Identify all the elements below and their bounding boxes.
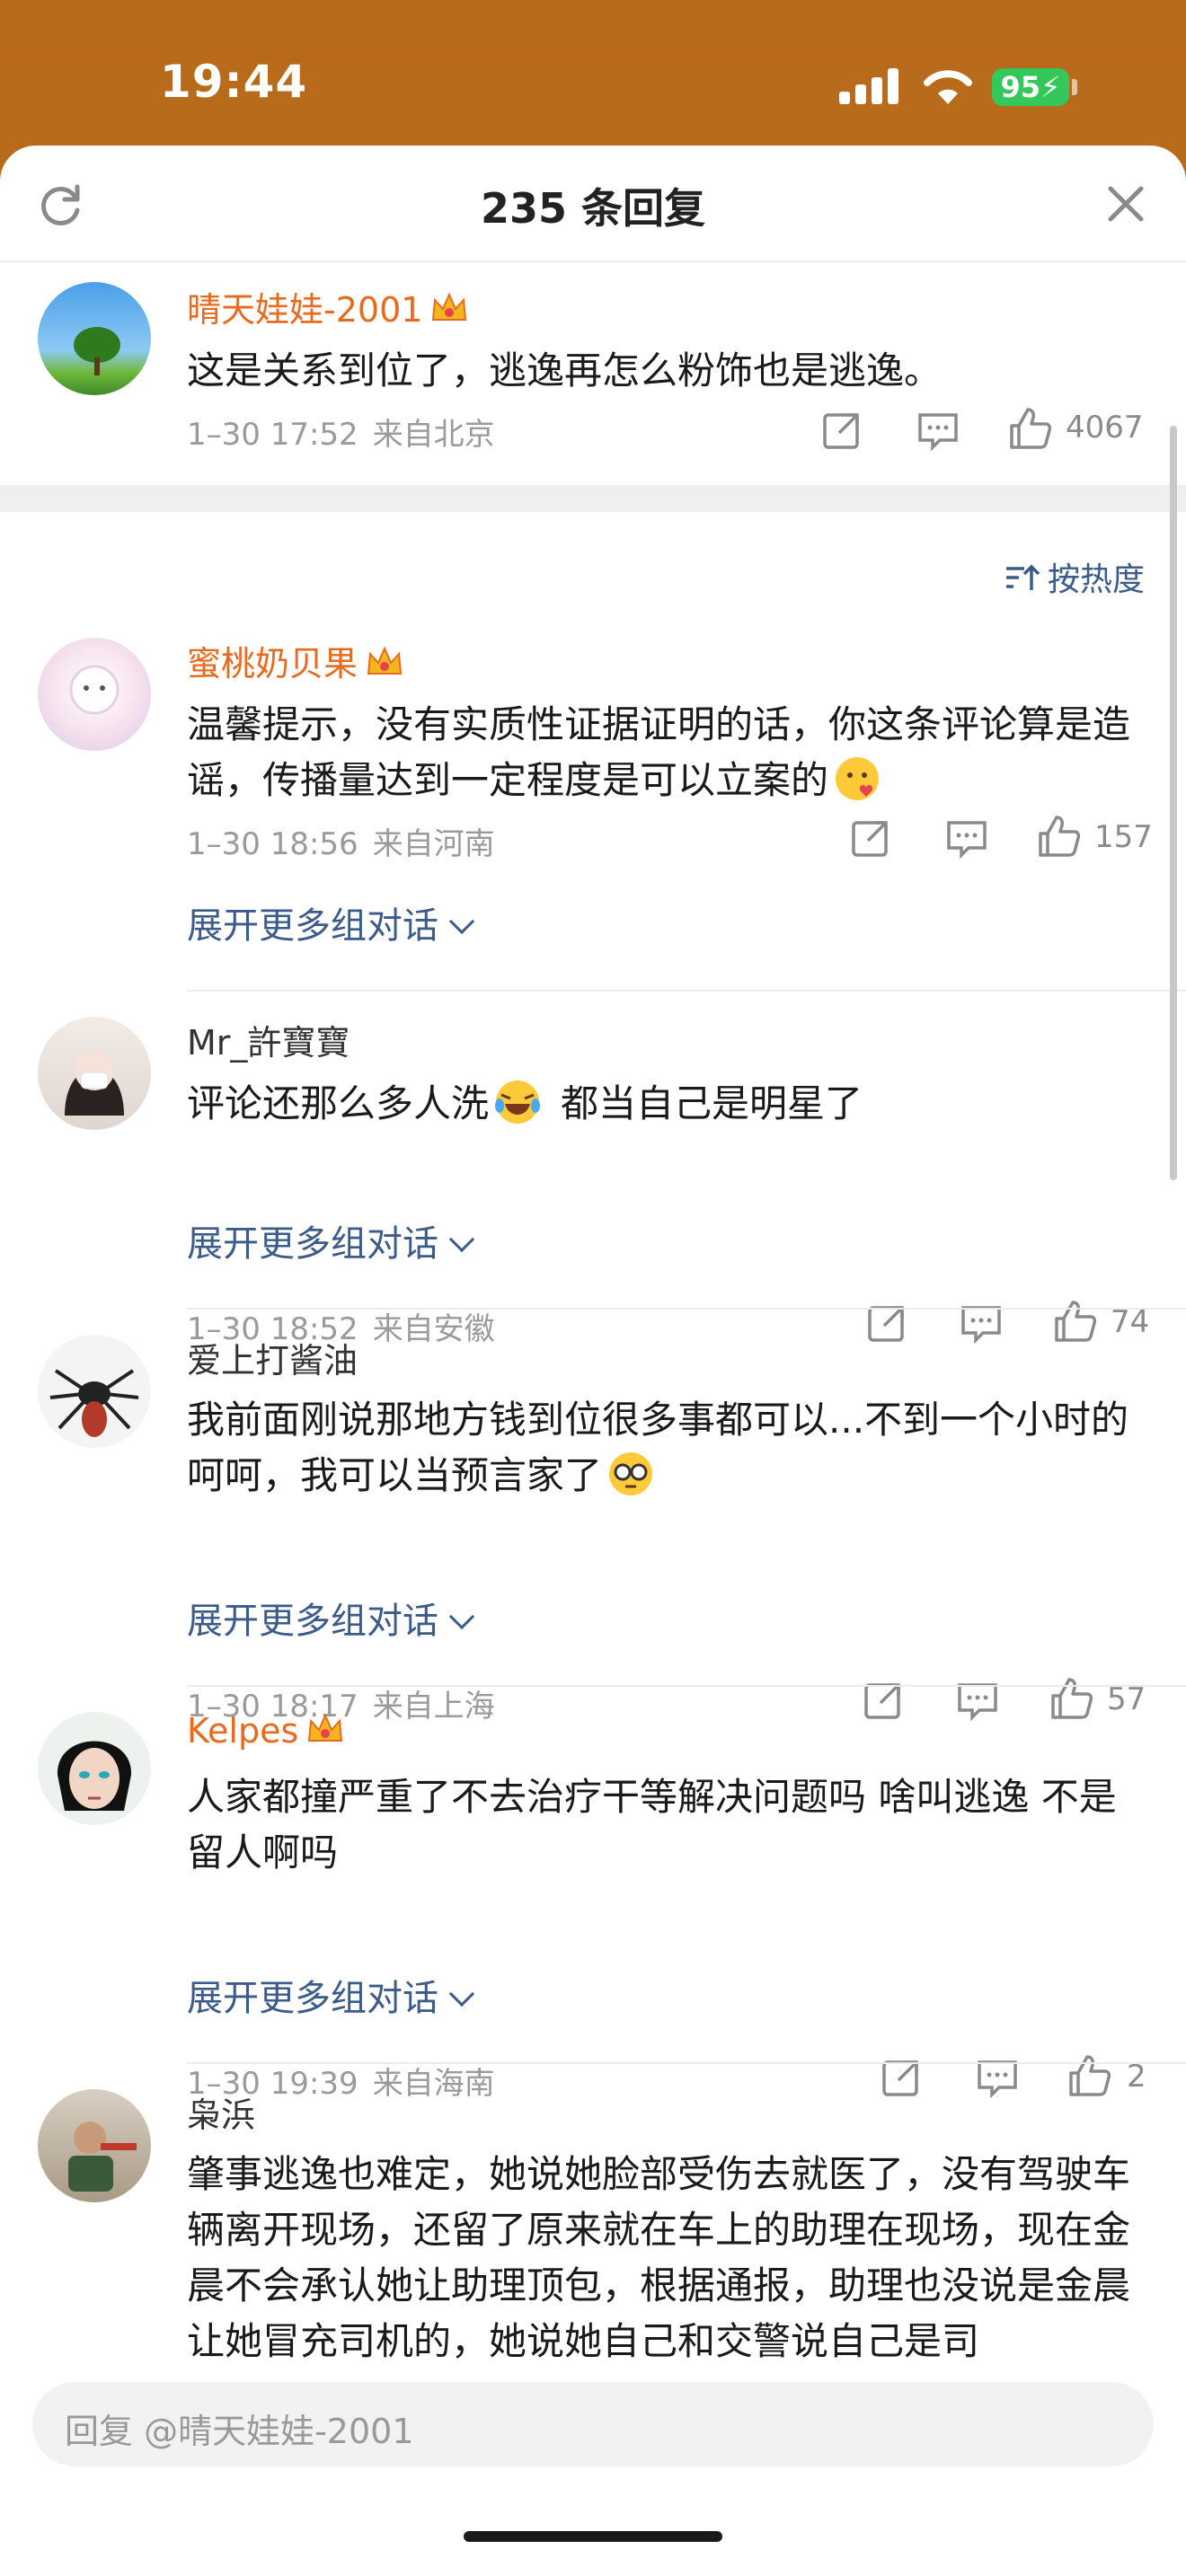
comment-text: 温馨提示，没有实质性证据证明的话，你这条评论算是造谣，传播量达到一定程度是可以立… (187, 697, 1154, 808)
like-icon[interactable] (1049, 1676, 1094, 1721)
share-icon[interactable] (821, 410, 863, 451)
reply-field[interactable]: 回复 @晴天娃娃-2001 (32, 2382, 1154, 2466)
divider (187, 2062, 1186, 2064)
comment-text: 评论还那么多人洗 都当自己是明星了 (187, 1076, 1154, 1132)
comment-location: 来自安徽 (372, 1311, 495, 1347)
chevron-down-icon (448, 1603, 475, 1630)
close-icon[interactable] (1103, 181, 1148, 226)
username-text[interactable]: Mr_許寶寶 (187, 1023, 350, 1063)
glasses-emoji-icon (609, 1452, 653, 1495)
comment-date: 1–30 17:52 (187, 417, 358, 453)
avatar[interactable] (38, 1017, 151, 1130)
expand-conversation-link[interactable]: 展开更多组对话 (187, 1592, 475, 1644)
comment-text: 肇事逃逸也难定，她说她脸部受伤去就医了，没有驾驶车辆离开现场，还留了原来就在车上… (187, 2152, 1131, 2363)
expand-conversation-link[interactable]: 展开更多组对话 (187, 1214, 475, 1266)
replies-sheet: 235 条回复 晴天娃娃-2001 这是关系到位了，逃逸再怎么粉饰也是逃逸。 1… (0, 146, 1186, 2576)
avatar[interactable] (38, 1712, 151, 1825)
love-emoji-icon (836, 757, 880, 800)
like-icon[interactable] (1067, 2053, 1112, 2098)
crown-badge-icon (367, 646, 403, 675)
divider (187, 990, 1186, 992)
like-count: 4067 (1066, 410, 1144, 446)
avatar[interactable] (38, 2089, 151, 2202)
sort-label[interactable]: 按热度 (1048, 561, 1145, 598)
expand-label[interactable]: 展开更多组对话 (187, 1601, 438, 1642)
comment-text: 人家都撞严重了不去治疗干等解决问题吗 啥叫逃逸 不是留人啊吗 (187, 1775, 1117, 1875)
sheet-title: 235 条回复 (480, 184, 706, 233)
status-bar: 19:44 95⚡ (0, 0, 1186, 153)
battery-icon: 95⚡ (992, 68, 1069, 106)
avatar[interactable] (38, 638, 151, 751)
avatar[interactable] (38, 282, 151, 395)
sort-button[interactable]: 按热度 (1005, 553, 1145, 600)
expand-conversation-link[interactable]: 展开更多组对话 (187, 896, 475, 948)
crown-badge-icon (308, 1713, 343, 1742)
username-text[interactable]: 枭浜 (187, 2095, 255, 2135)
username[interactable]: Mr_許寶寶 (187, 1015, 350, 1064)
scrollbar[interactable] (1170, 426, 1177, 1180)
username[interactable]: 枭浜 (187, 2087, 255, 2137)
like-icon[interactable] (1037, 814, 1082, 859)
username-text[interactable]: 晴天娃娃-2001 (187, 290, 422, 330)
divider (187, 1308, 1186, 1310)
comment-location: 来自河南 (372, 826, 495, 862)
comment-text: 这是关系到位了，逃逸再怎么粉饰也是逃逸。 (187, 348, 943, 393)
comment-text-body: 我前面刚说那地方钱到位很多事都可以...不到一个小时的呵呵，我可以当预言家了 (187, 1398, 1129, 1497)
chevron-down-icon (448, 1226, 475, 1253)
comment-text-body-a: 评论还那么多人洗 (187, 1081, 490, 1125)
reply-placeholder[interactable]: 回复 @晴天娃娃-2001 (65, 2404, 414, 2453)
username-text[interactable]: 爱上打酱油 (187, 1341, 358, 1381)
battery-tip (1072, 79, 1077, 95)
username-text[interactable]: Kelpes (187, 1711, 298, 1751)
comment-text: 我前面刚说那地方钱到位很多事都可以...不到一个小时的呵呵，我可以当预言家了 (187, 1392, 1154, 1504)
expand-label[interactable]: 展开更多组对话 (187, 1223, 438, 1265)
comment-date: 1–30 18:56 (187, 826, 358, 862)
username[interactable]: 蜜桃奶贝果 (187, 636, 404, 685)
comment-text-body: 温馨提示，没有实质性证据证明的话，你这条评论算是造谣，传播量达到一定程度是可以立… (187, 702, 1131, 802)
comment-text-body-b: 都当自己是明星了 (561, 1081, 863, 1125)
section-divider (0, 485, 1186, 512)
home-indicator (464, 2531, 722, 2542)
like-count: 2 (1127, 2059, 1146, 2095)
comment-location: 来自上海 (372, 1689, 495, 1725)
divider (187, 1685, 1186, 1687)
expand-label[interactable]: 展开更多组对话 (187, 1978, 438, 2019)
like-count: 157 (1094, 819, 1153, 855)
like-icon[interactable] (1008, 406, 1053, 451)
username[interactable]: Kelpes (187, 1710, 345, 1751)
expand-label[interactable]: 展开更多组对话 (187, 905, 438, 947)
username[interactable]: 晴天娃娃-2001 (187, 282, 469, 331)
battery-level: 95 (1000, 70, 1041, 104)
cellular-signal-icon (839, 68, 902, 104)
wifi-icon (924, 70, 972, 104)
laugh-cry-emoji-icon (495, 1081, 541, 1124)
avatar[interactable] (38, 1335, 151, 1448)
chevron-down-icon (448, 908, 475, 935)
username[interactable]: 爱上打酱油 (187, 1333, 358, 1382)
status-time: 19:44 (160, 56, 308, 108)
crown-badge-icon (432, 292, 467, 321)
like-icon[interactable] (1053, 1299, 1098, 1344)
comment-icon[interactable] (916, 410, 960, 451)
comment-icon[interactable] (945, 817, 988, 859)
like-count: 74 (1111, 1304, 1150, 1340)
expand-conversation-link[interactable]: 展开更多组对话 (187, 1969, 475, 2021)
username-text[interactable]: 蜜桃奶贝果 (187, 644, 358, 684)
like-count: 57 (1107, 1681, 1146, 1717)
comment-meta: 1–30 17:52 来自北京 (187, 410, 495, 454)
share-icon[interactable] (850, 817, 891, 859)
chevron-down-icon (448, 1981, 475, 2007)
comment-meta: 1–30 18:56 来自河南 (187, 819, 495, 863)
comment-location: 来自海南 (372, 2066, 495, 2102)
comment-location: 来自北京 (372, 417, 495, 453)
sort-icon (1006, 564, 1040, 590)
sheet-header: 235 条回复 (0, 146, 1186, 262)
